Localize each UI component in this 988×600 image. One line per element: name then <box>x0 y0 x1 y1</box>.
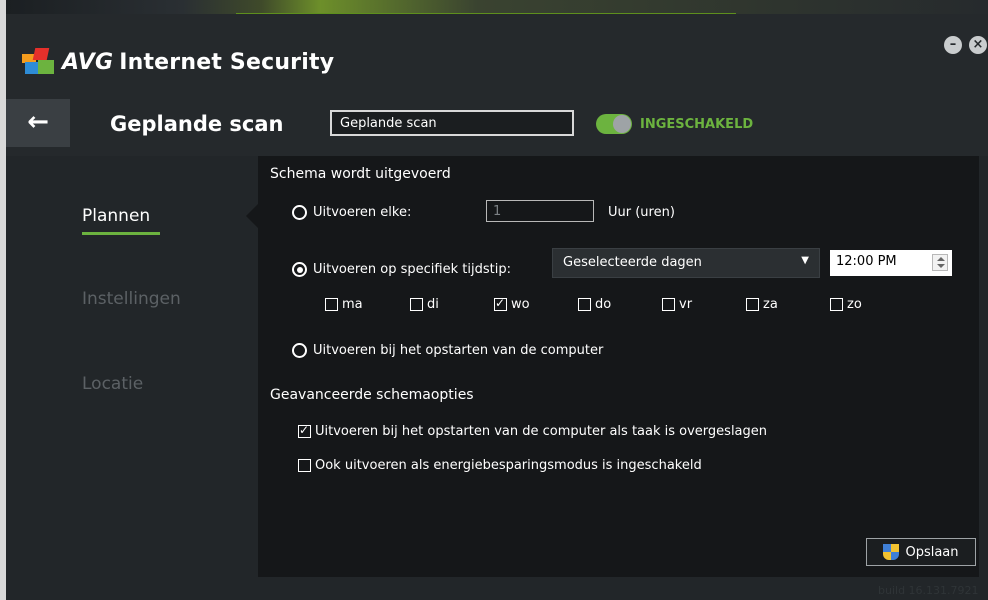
day-checkbox-di[interactable]: di <box>410 297 439 312</box>
sidebar-item-locatie[interactable]: Locatie <box>82 374 143 394</box>
day-label: ma <box>342 297 363 312</box>
run-if-missed-option[interactable]: Uitvoeren bij het opstarten van de compu… <box>298 423 768 439</box>
day-checkbox-zo[interactable]: zo <box>830 297 862 312</box>
shield-icon <box>883 544 900 560</box>
back-button[interactable]: ← <box>6 99 70 147</box>
time-value: 12:00 PM <box>836 254 897 269</box>
day-checkbox-wo[interactable]: wo <box>494 296 530 312</box>
day-checkbox-do[interactable]: do <box>578 297 611 312</box>
page-titlebar: ← Geplande scan INGESCHAKELD <box>6 98 988 156</box>
power-saving-checkbox[interactable] <box>298 459 311 472</box>
checkbox[interactable] <box>746 298 759 311</box>
close-button[interactable]: × <box>969 36 987 54</box>
interval-input[interactable] <box>486 200 594 222</box>
sidebar-item-label: Instellingen <box>82 289 181 309</box>
day-label: vr <box>679 297 693 312</box>
checkbox-checked[interactable] <box>494 296 507 311</box>
scan-name-input[interactable] <box>330 110 574 136</box>
run-at-startup-label: Uitvoeren bij het opstarten van de compu… <box>313 343 604 358</box>
days-select-value: Geselecteerde dagen <box>563 255 702 270</box>
run-at-startup-option[interactable]: Uitvoeren bij het opstarten van de compu… <box>292 343 603 358</box>
schedule-section-title: Schema wordt uitgevoerd <box>270 166 451 182</box>
day-checkbox-ma[interactable]: ma <box>325 297 363 312</box>
power-saving-label: Ook uitvoeren als energiebesparingsmodus… <box>315 458 702 473</box>
active-underline <box>82 232 160 235</box>
day-checkbox-vr[interactable]: vr <box>662 297 692 312</box>
interval-unit-label: Uur (uren) <box>608 205 675 220</box>
time-input[interactable]: 12:00 PM <box>830 250 952 276</box>
checkbox[interactable] <box>830 298 843 311</box>
sidebar-item-label: Plannen <box>82 206 151 226</box>
save-button[interactable]: Opslaan <box>866 538 976 566</box>
top-accent-strip <box>6 0 988 15</box>
product-name: Internet Security <box>119 49 335 75</box>
app-header: AVG Internet Security – × <box>6 14 988 98</box>
run-if-missed-label: Uitvoeren bij het opstarten van de compu… <box>315 424 768 439</box>
avg-logo-icon <box>22 48 58 76</box>
run-specific-label: Uitvoeren op specifiek tijdstip: <box>313 262 511 277</box>
sidebar-item-plannen[interactable]: Plannen <box>82 206 160 235</box>
day-label: do <box>595 297 612 312</box>
checkbox[interactable] <box>325 298 338 311</box>
time-spinner-icon[interactable] <box>932 254 948 271</box>
enabled-toggle[interactable] <box>596 114 632 134</box>
run-every-radio[interactable] <box>292 205 307 220</box>
day-label: za <box>763 297 778 312</box>
run-specific-option[interactable]: Uitvoeren op specifiek tijdstip: <box>292 262 511 277</box>
run-specific-radio[interactable] <box>292 262 307 277</box>
chevron-down-icon: ▼ <box>801 255 809 266</box>
active-pointer <box>246 204 258 228</box>
advanced-section-title: Geavanceerde schemaopties <box>270 387 474 403</box>
save-button-label: Opslaan <box>905 544 959 560</box>
minimize-button[interactable]: – <box>944 36 962 54</box>
checkbox[interactable] <box>578 298 591 311</box>
run-at-startup-radio[interactable] <box>292 343 307 358</box>
power-saving-option[interactable]: Ook uitvoeren als energiebesparingsmodus… <box>298 458 702 473</box>
days-select[interactable]: Geselecteerde dagen ▼ <box>552 248 820 278</box>
run-every-option[interactable]: Uitvoeren elke: <box>292 205 411 220</box>
toggle-knob <box>613 115 631 133</box>
sidebar-item-instellingen[interactable]: Instellingen <box>82 289 181 309</box>
build-version: build 16.131.7921 <box>878 584 979 597</box>
day-label: zo <box>847 297 862 312</box>
checkbox[interactable] <box>410 298 423 311</box>
brand-name: AVG <box>62 49 114 75</box>
run-every-label: Uitvoeren elke: <box>313 205 412 220</box>
day-checkbox-za[interactable]: za <box>746 297 778 312</box>
run-if-missed-checkbox[interactable] <box>298 423 311 438</box>
toggle-status-label: INGESCHAKELD <box>640 117 754 132</box>
page-title: Geplande scan <box>110 112 284 136</box>
checkbox[interactable] <box>662 298 675 311</box>
avg-logo: AVG Internet Security <box>22 48 334 76</box>
schedule-panel: Schema wordt uitgevoerd Uitvoeren elke: … <box>258 156 979 577</box>
day-label: di <box>427 297 439 312</box>
sidebar-item-label: Locatie <box>82 374 144 394</box>
app-window: AVG Internet Security – × ← Geplande scan… <box>6 0 988 600</box>
day-label: wo <box>511 297 530 312</box>
app-title: AVG Internet Security <box>62 50 334 75</box>
